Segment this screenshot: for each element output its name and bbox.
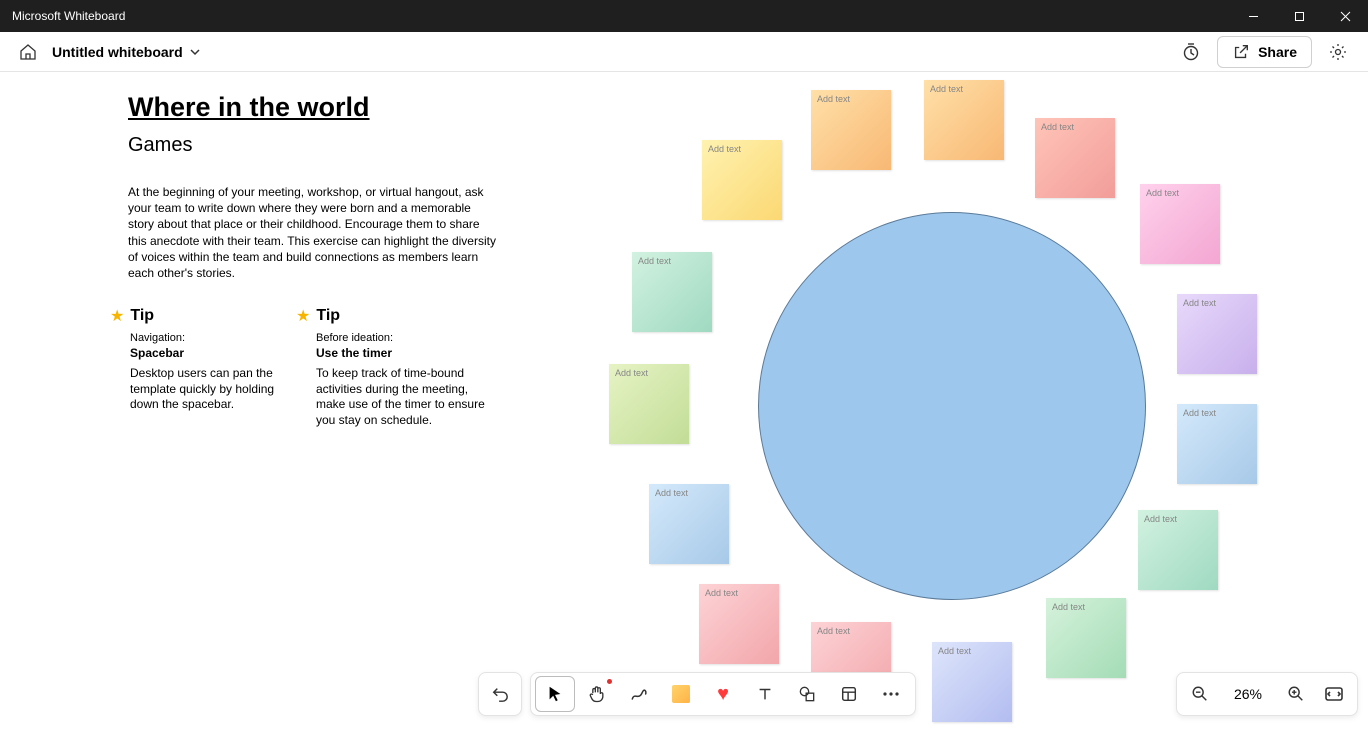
sticky-note[interactable]: Add text: [1046, 598, 1126, 678]
tip-navigation: ★ Tip Navigation: Spacebar Desktop users…: [110, 306, 290, 413]
window-title: Microsoft Whiteboard: [0, 9, 1230, 23]
sticky-note[interactable]: Add text: [609, 364, 689, 444]
star-icon: ★: [110, 306, 124, 326]
tip-strong: Spacebar: [130, 346, 290, 360]
zoom-in-button[interactable]: [1279, 676, 1313, 712]
timer-button[interactable]: [1173, 34, 1209, 70]
reaction-tool[interactable]: ♥: [703, 676, 743, 712]
sticky-note[interactable]: Add text: [649, 484, 729, 564]
whiteboard-canvas[interactable]: Where in the world Games At the beginnin…: [0, 72, 1368, 730]
sticky-note[interactable]: Add text: [632, 252, 712, 332]
undo-button[interactable]: [478, 672, 522, 716]
sticky-note[interactable]: Add text: [1140, 184, 1220, 264]
zoom-out-button[interactable]: [1183, 676, 1217, 712]
home-button[interactable]: [12, 36, 44, 68]
sticky-note[interactable]: Add text: [702, 140, 782, 220]
star-icon: ★: [296, 306, 310, 326]
share-icon: [1232, 43, 1250, 61]
templates-tool[interactable]: [829, 676, 869, 712]
sticky-note[interactable]: Add text: [1035, 118, 1115, 198]
share-button[interactable]: Share: [1217, 36, 1312, 68]
sticky-note[interactable]: Add text: [1177, 294, 1257, 374]
fit-screen-button[interactable]: [1317, 676, 1351, 712]
sticky-note-tool[interactable]: [661, 676, 701, 712]
select-tool[interactable]: [535, 676, 575, 712]
text-tool[interactable]: [745, 676, 785, 712]
window-close-button[interactable]: [1322, 0, 1368, 32]
zoom-control: 26%: [1176, 672, 1358, 716]
main-toolbar: ♥: [530, 672, 916, 716]
template-subtitle: Games: [128, 134, 192, 157]
shapes-tool[interactable]: [787, 676, 827, 712]
app-header: Untitled whiteboard Share: [0, 32, 1368, 72]
tip-title: Tip: [316, 307, 340, 325]
sticky-note[interactable]: Add text: [811, 90, 891, 170]
sticky-note[interactable]: Add text: [932, 642, 1012, 722]
window-maximize-button[interactable]: [1276, 0, 1322, 32]
sticky-note[interactable]: Add text: [699, 584, 779, 664]
document-title-text: Untitled whiteboard: [52, 44, 183, 60]
tip-timer: ★ Tip Before ideation: Use the timer To …: [296, 306, 496, 428]
settings-button[interactable]: [1320, 34, 1356, 70]
zoom-value[interactable]: 26%: [1221, 686, 1275, 702]
tip-strong: Use the timer: [316, 346, 496, 360]
chevron-down-icon: [189, 46, 201, 58]
tip-title: Tip: [130, 307, 154, 325]
tip-body: To keep track of time-bound activities d…: [316, 366, 496, 428]
template-title: Where in the world: [128, 92, 370, 123]
sticky-note[interactable]: Add text: [1138, 510, 1218, 590]
sticky-note[interactable]: Add text: [1177, 404, 1257, 484]
window-minimize-button[interactable]: [1230, 0, 1276, 32]
document-title[interactable]: Untitled whiteboard: [52, 44, 201, 60]
share-label: Share: [1258, 44, 1297, 60]
more-tools[interactable]: [871, 676, 911, 712]
tip-label: Before ideation:: [316, 332, 496, 344]
globe-shape[interactable]: [758, 212, 1146, 600]
sticky-note-icon: [672, 685, 690, 703]
tip-label: Navigation:: [130, 332, 290, 344]
template-description: At the beginning of your meeting, worksh…: [128, 184, 498, 281]
window-titlebar: Microsoft Whiteboard: [0, 0, 1368, 32]
ink-tool[interactable]: [619, 676, 659, 712]
notification-dot-icon: [607, 679, 612, 684]
pan-tool[interactable]: [577, 676, 617, 712]
heart-icon: ♥: [717, 683, 729, 706]
sticky-note[interactable]: Add text: [924, 80, 1004, 160]
tip-body: Desktop users can pan the template quick…: [130, 366, 290, 413]
